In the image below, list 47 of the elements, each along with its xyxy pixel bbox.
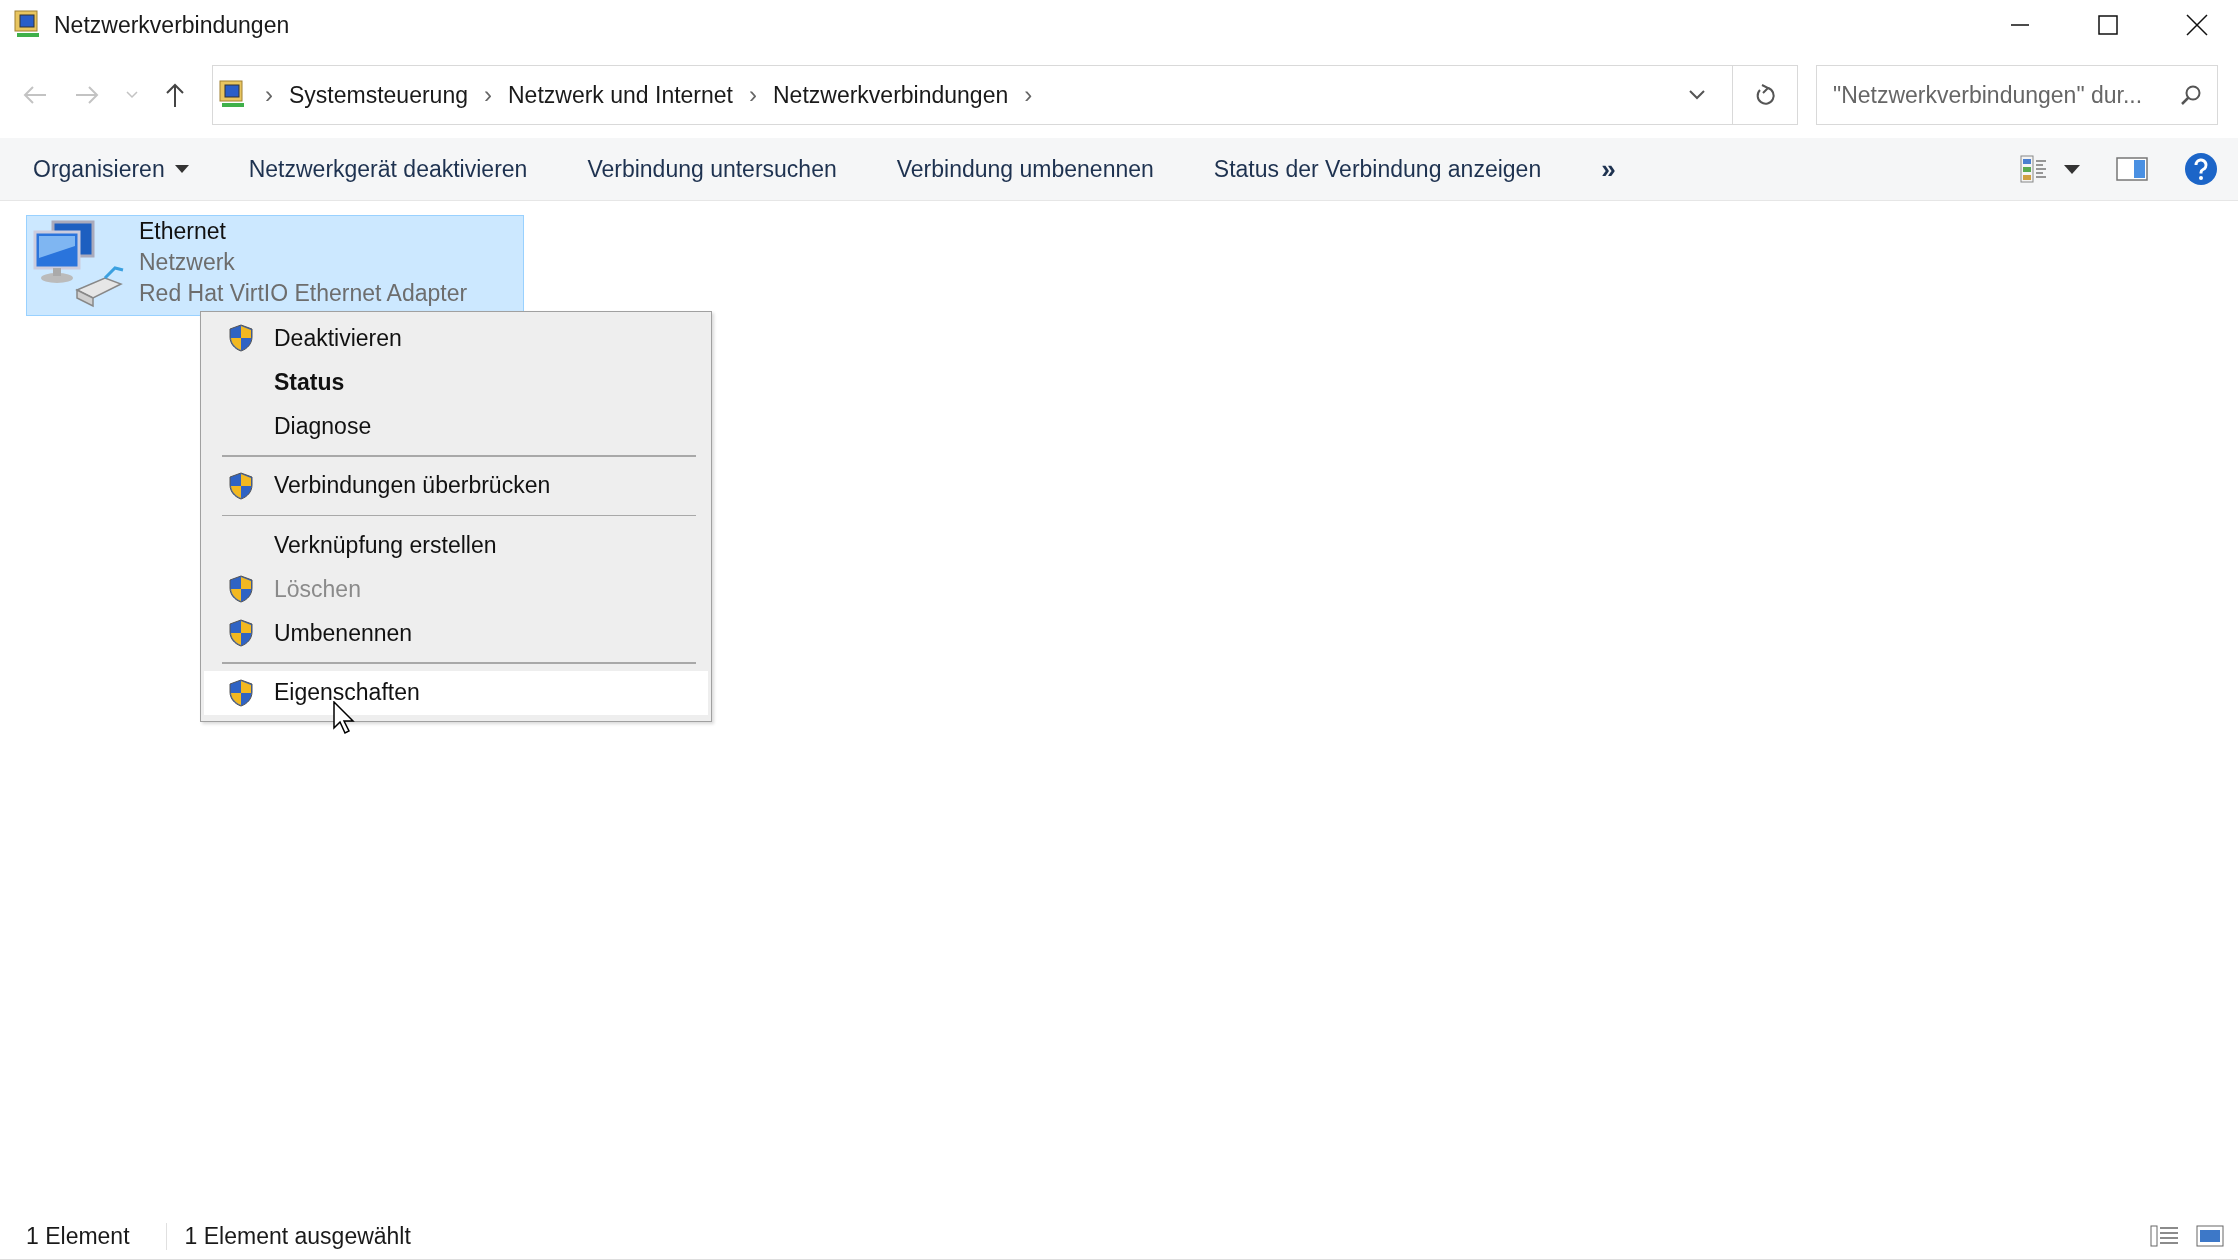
more-button[interactable]: » [1586,145,1631,193]
close-icon[interactable] [2186,14,2208,36]
breadcrumb-item[interactable]: Netzwerk und Internet [508,81,733,109]
search-icon [2180,84,2202,106]
shield-icon [229,324,253,352]
preview-pane-icon[interactable] [2116,157,2148,181]
breadcrumb-separator[interactable]: › [484,81,492,109]
shield-icon [229,471,253,500]
breadcrumb-item[interactable]: Systemsteuerung [289,81,468,109]
caret-icon [174,165,189,173]
menu-item[interactable]: Eigenschaften [204,670,708,715]
connection-adapter: Red Hat VirtIO Ethernet Adapter [139,279,468,308]
toolbar-button[interactable]: Netzwerkgerät deaktivieren [233,147,543,191]
dropdown-caret-icon[interactable] [1688,89,1706,101]
search-field[interactable]: "Netzwerkverbindungen" dur... [1816,65,2218,125]
menu-item[interactable]: Deaktivieren [204,316,708,360]
toolbar-button[interactable]: Verbindung untersuchen [572,147,852,191]
up-arrow-icon[interactable] [164,82,186,108]
breadcrumb-item[interactable]: Netzwerkverbindungen [773,81,1009,109]
selection-count: 1 Element ausgewählt [165,1222,411,1250]
large-icons-view-icon[interactable] [2196,1225,2224,1247]
refresh-icon [1754,83,1776,107]
dropdown-caret-icon[interactable] [2064,164,2080,174]
window-title: Netzwerkverbindungen [54,11,290,39]
details-view-icon[interactable] [2150,1225,2180,1247]
toolbar-button[interactable]: Status der Verbindung anzeigen [1198,147,1557,191]
view-options-icon[interactable] [2020,155,2048,183]
menu-item[interactable]: Diagnose [204,404,708,448]
menu-item[interactable]: Status [204,360,708,404]
toolbar-button[interactable]: Verbindung umbenennen [881,147,1169,191]
connection-name: Ethernet [139,217,227,246]
menu-item[interactable]: Umbenennen [204,611,708,655]
breadcrumb-separator[interactable]: › [1024,81,1033,109]
item-count: 1 Element [26,1222,130,1250]
connection-network: Netzwerk [139,248,236,277]
address-bar[interactable]: › Systemsteuerung › Netzwerk und Internet › Netzwerkverbindungen › [212,65,1798,125]
breadcrumb-separator[interactable]: › [265,81,273,109]
shield-icon [229,619,253,647]
toolbar-button[interactable]: Organisieren [18,147,204,191]
shield-icon [229,678,253,707]
help-icon[interactable] [2184,152,2218,186]
shield-icon [229,575,253,603]
network-connection-item[interactable]: Ethernet Netzwerk Red Hat VirtIO Ethernet Adapter [26,215,524,316]
breadcrumb-separator[interactable]: › [749,81,757,109]
menu-item[interactable]: Verbindungen überbrücken [204,463,708,508]
menu-item[interactable]: Verknüpfung erstellen [204,523,708,567]
maximize-icon[interactable] [2098,15,2118,35]
